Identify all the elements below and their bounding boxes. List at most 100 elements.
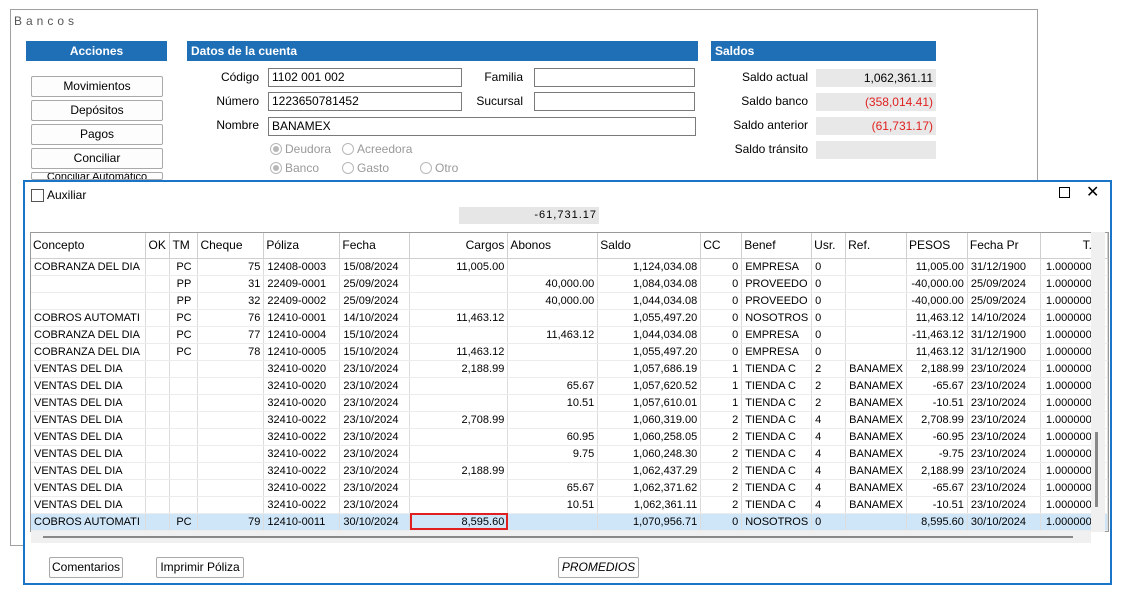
column-header[interactable]: Cheque [197, 233, 265, 259]
table-cell[interactable]: TIENDA C [741, 411, 813, 429]
table-cell[interactable]: 23/10/2024 [967, 496, 1041, 514]
familia-field[interactable] [534, 68, 695, 87]
table-cell[interactable] [145, 309, 171, 327]
table-cell[interactable]: -10.51 [906, 496, 968, 514]
table-row[interactable]: COBROS AUTOMATI PC 79 12410-0011 30/10/2024 8… [31, 513, 1108, 531]
table-row[interactable]: PP 31 22409-0001 25/09/2024 40,000.00 1,084,0… [31, 275, 1108, 293]
table-cell[interactable] [197, 445, 265, 463]
table-cell[interactable]: 14/10/2024 [967, 309, 1041, 327]
table-cell[interactable] [507, 258, 599, 276]
table-cell[interactable] [507, 462, 599, 480]
table-cell[interactable]: TIENDA C [741, 428, 813, 446]
numero-field[interactable]: 1223650781452 [268, 92, 462, 111]
table-cell[interactable]: 1 [700, 377, 743, 395]
table-cell[interactable] [169, 360, 199, 378]
table-cell[interactable] [145, 292, 171, 310]
table-cell[interactable]: 23/10/2024 [339, 360, 411, 378]
table-cell[interactable]: 0 [700, 343, 743, 361]
table-cell[interactable]: 15/10/2024 [339, 343, 411, 361]
table-cell[interactable]: 1,124,034.08 [597, 258, 702, 276]
table-cell[interactable]: 1,055,497.20 [597, 343, 702, 361]
table-cell[interactable]: 11,005.00 [409, 258, 509, 276]
table-cell[interactable]: 1,062,371.62 [597, 479, 702, 497]
table-cell[interactable]: 2 [700, 411, 743, 429]
table-cell[interactable]: 0 [811, 326, 847, 344]
table-cell[interactable] [845, 326, 907, 344]
table-cell[interactable] [145, 462, 171, 480]
table-cell[interactable]: PP [169, 292, 199, 310]
table-cell[interactable] [197, 411, 265, 429]
table-cell[interactable]: VENTAS DEL DIA [31, 496, 147, 514]
table-cell[interactable] [409, 445, 509, 463]
table-cell[interactable] [197, 377, 265, 395]
table-cell[interactable]: 23/10/2024 [967, 411, 1041, 429]
conciliar-button[interactable]: Conciliar [31, 148, 163, 169]
table-cell[interactable]: 1,044,034.08 [597, 326, 702, 344]
table-cell[interactable]: 23/10/2024 [967, 360, 1041, 378]
table-cell[interactable]: 23/10/2024 [339, 377, 411, 395]
table-cell[interactable]: 2,188.99 [409, 462, 509, 480]
column-header[interactable]: Póliza [263, 233, 341, 259]
table-cell[interactable]: 0 [700, 513, 743, 531]
table-cell[interactable]: 2 [700, 479, 743, 497]
table-cell[interactable] [507, 309, 599, 327]
acreedora-radio[interactable]: Acreedora [342, 142, 412, 156]
table-cell[interactable]: 25/09/2024 [967, 275, 1041, 293]
table-cell[interactable]: 25/09/2024 [967, 292, 1041, 310]
table-cell[interactable] [145, 258, 171, 276]
table-row[interactable]: VENTAS DEL DIA 32410-0022 23/10/2024 9.75 1,… [31, 445, 1108, 463]
table-cell[interactable]: NOSOTROS [741, 513, 813, 531]
table-cell[interactable] [409, 428, 509, 446]
table-cell[interactable]: 4 [811, 462, 847, 480]
codigo-field[interactable]: 1102 001 002 [268, 68, 462, 87]
table-cell[interactable]: 23/10/2024 [967, 428, 1041, 446]
table-cell[interactable]: 9.75 [507, 445, 599, 463]
table-cell[interactable] [169, 462, 199, 480]
table-cell[interactable]: 14/10/2024 [339, 309, 411, 327]
table-cell[interactable]: 0 [811, 275, 847, 293]
table-cell[interactable]: VENTAS DEL DIA [31, 428, 147, 446]
table-cell[interactable]: 23/10/2024 [339, 462, 411, 480]
table-cell[interactable]: 23/10/2024 [967, 394, 1041, 412]
table-cell[interactable]: TIENDA C [741, 445, 813, 463]
table-cell[interactable]: 78 [197, 343, 265, 361]
table-cell[interactable]: 2,708.99 [409, 411, 509, 429]
table-cell[interactable] [197, 360, 265, 378]
table-cell[interactable]: BANAMEX [845, 462, 907, 480]
gasto-radio[interactable]: Gasto [342, 161, 389, 175]
table-cell[interactable]: NOSOTROS [741, 309, 813, 327]
table-cell[interactable] [145, 428, 171, 446]
column-header[interactable]: Concepto [31, 233, 147, 259]
table-cell[interactable]: 2 [700, 462, 743, 480]
table-cell[interactable]: 1,057,610.01 [597, 394, 702, 412]
table-cell[interactable]: 0 [700, 292, 743, 310]
table-cell[interactable] [145, 360, 171, 378]
table-cell[interactable]: 0 [700, 326, 743, 344]
table-cell[interactable]: 0 [811, 343, 847, 361]
table-cell[interactable]: 15/10/2024 [339, 326, 411, 344]
close-icon[interactable]: ✕ [1086, 182, 1099, 202]
table-cell[interactable]: 79 [197, 513, 265, 531]
table-cell[interactable] [845, 513, 907, 531]
table-cell[interactable]: -9.75 [906, 445, 968, 463]
table-cell[interactable] [169, 496, 199, 514]
table-cell[interactable] [169, 445, 199, 463]
table-cell[interactable]: PROVEEDO [741, 275, 813, 293]
table-cell[interactable] [845, 343, 907, 361]
table-cell[interactable]: VENTAS DEL DIA [31, 394, 147, 412]
column-header[interactable]: Abonos [507, 233, 599, 259]
table-cell[interactable] [197, 394, 265, 412]
table-cell[interactable]: -60.95 [906, 428, 968, 446]
table-cell[interactable] [145, 377, 171, 395]
table-cell[interactable] [507, 360, 599, 378]
table-cell[interactable]: 30/10/2024 [339, 513, 411, 531]
table-cell[interactable]: 32410-0022 [263, 479, 341, 497]
table-row[interactable]: COBRANZA DEL DIA PC 77 12410-0004 15/10/2024… [31, 326, 1108, 344]
table-cell[interactable]: 11,463.12 [507, 326, 599, 344]
table-cell[interactable] [145, 513, 171, 531]
table-cell[interactable]: BANAMEX [845, 360, 907, 378]
column-header[interactable]: TM [169, 233, 199, 259]
table-row[interactable]: PP 32 22409-0002 25/09/2024 40,000.00 1,044,0… [31, 292, 1108, 310]
horizontal-scrollbar[interactable] [31, 531, 1091, 543]
comentarios-button[interactable]: Comentarios [49, 557, 123, 578]
